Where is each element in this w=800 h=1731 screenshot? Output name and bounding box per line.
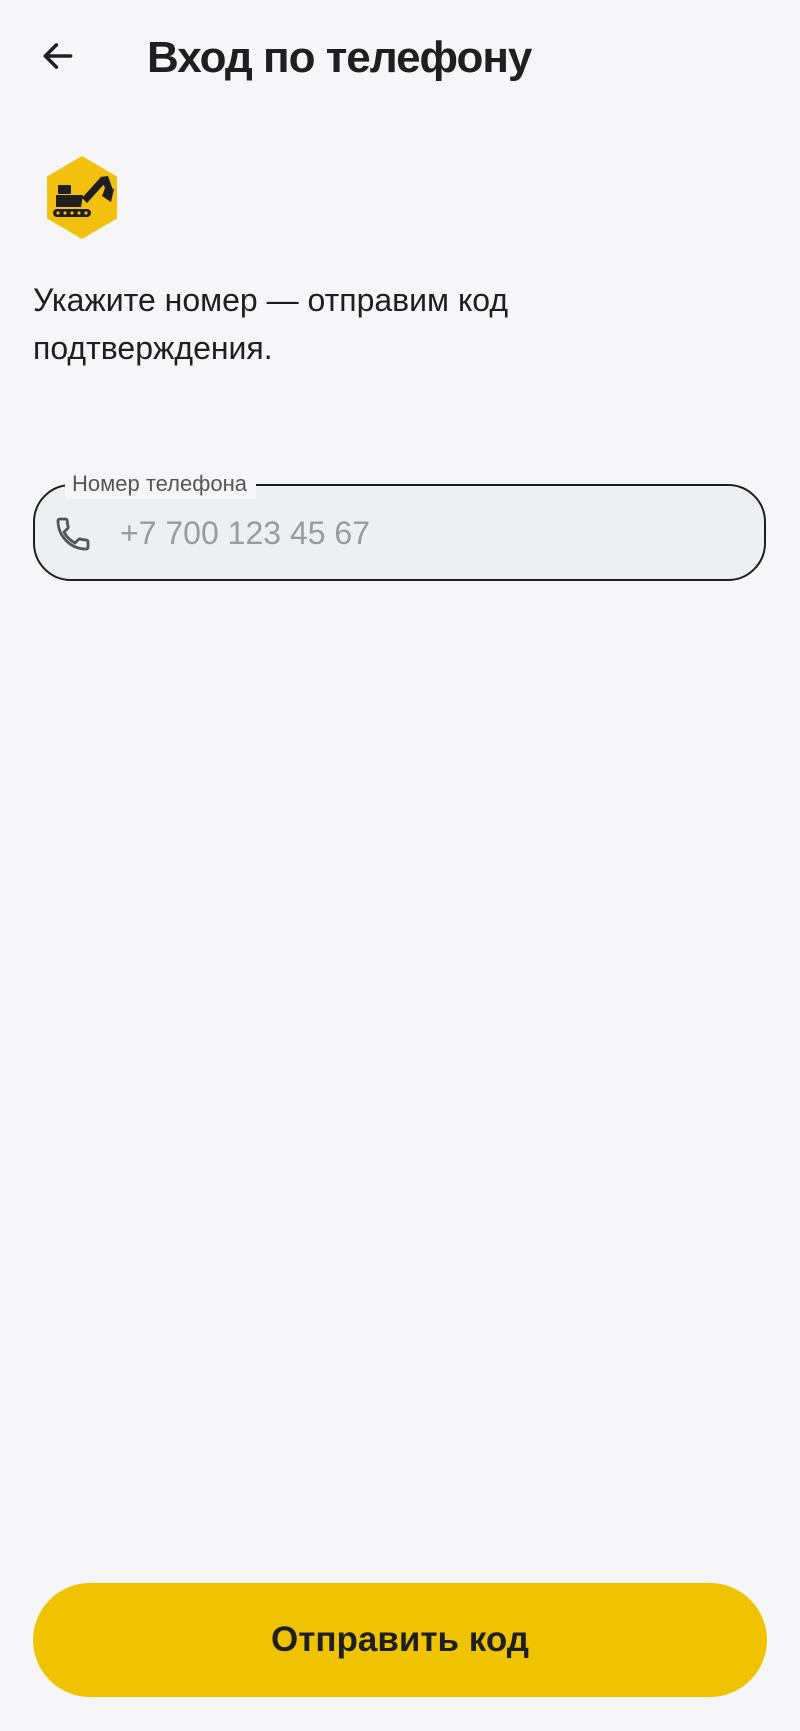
app-logo [45,155,119,240]
back-button[interactable] [26,24,90,88]
phone-field-label: Номер телефона [65,469,256,499]
app-bar: Вход по телефону [0,0,800,120]
arrow-left-icon [43,43,73,69]
page-title: Вход по телефону [147,33,532,82]
phone-field[interactable]: Номер телефона [33,469,766,581]
instruction-text: Укажите номер — отправим код подтвержден… [33,282,509,366]
phone-input[interactable] [120,504,730,562]
excavator-icon [47,156,117,239]
phone-icon [53,514,93,554]
send-code-button[interactable]: Отправить код [33,1583,767,1697]
